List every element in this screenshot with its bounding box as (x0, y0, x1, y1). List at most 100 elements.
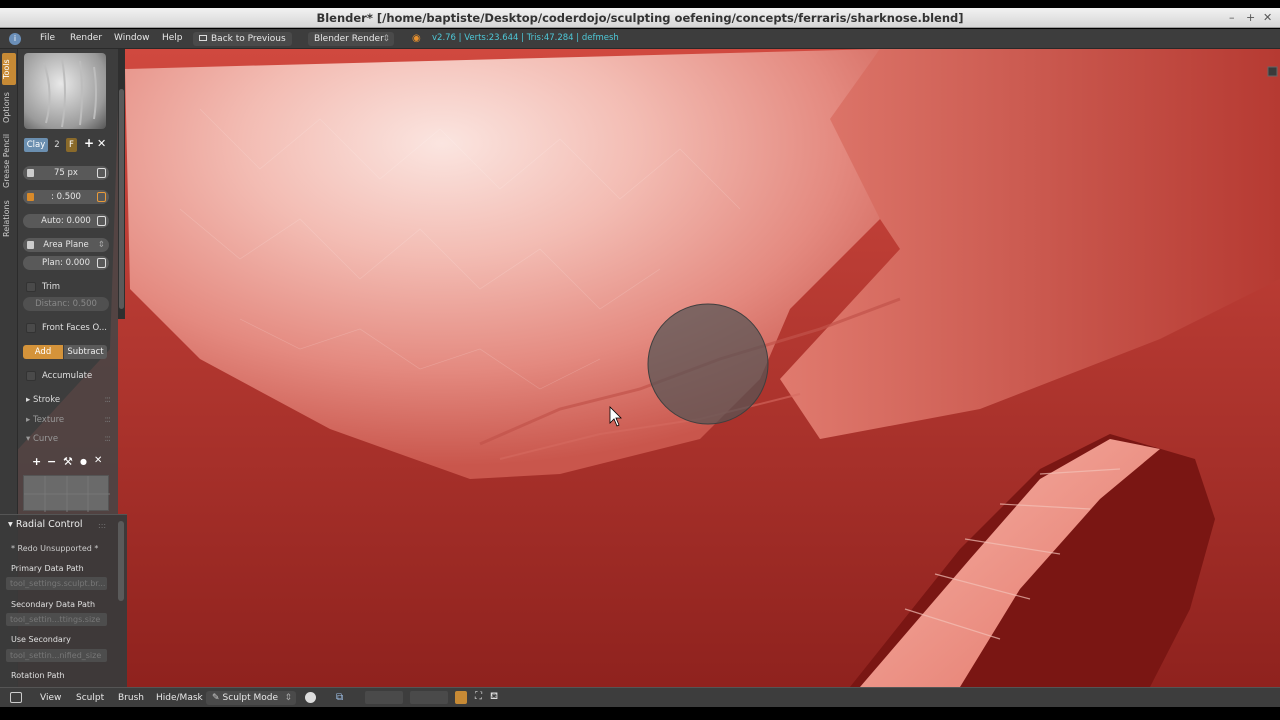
tab-grease-pencil[interactable]: Grease Pencil (2, 131, 16, 191)
curve-grid-art (24, 476, 110, 512)
stroke-section-header[interactable]: ▸ Stroke ::: (26, 395, 111, 405)
front-faces-label: Front Faces O... (42, 323, 108, 333)
radial-control-title: Radial Control (15, 519, 83, 530)
render-engine-select[interactable]: Blender Render ⇕ (308, 32, 394, 46)
updown-arrows-icon: ⇕ (97, 240, 105, 250)
autosmooth-pressure-icon[interactable] (97, 216, 106, 226)
render-engine-label: Blender Render (314, 34, 384, 44)
redo-panel-scrollbar[interactable] (118, 521, 124, 601)
editor-type-icon[interactable] (10, 692, 22, 703)
brush-cursor-circle (647, 303, 769, 425)
back-to-previous-button[interactable]: Back to Previous (193, 32, 292, 46)
subtract-button[interactable]: Subtract (64, 345, 107, 359)
scrollbar-thumb[interactable] (119, 89, 124, 309)
curve-expand-icon: ▾ (26, 434, 31, 444)
autosmooth-field[interactable]: Auto: 0.000 (23, 214, 109, 228)
primary-data-path-field[interactable]: tool_settings.sculpt.br... (6, 577, 107, 590)
drag-grip-icon[interactable]: ::: (98, 521, 106, 530)
add-button[interactable]: Add (23, 345, 63, 359)
strength-lock-icon[interactable] (27, 193, 34, 201)
trim-distance-value: Distanc: 0.500 (35, 299, 97, 309)
sculpt-plane-select[interactable]: Area Plane ⇕ (23, 238, 109, 252)
texture-section-header[interactable]: ▸ Texture ::: (26, 415, 111, 425)
screen-icon (199, 35, 207, 41)
trim-label: Trim (42, 282, 61, 292)
viewport-shading-icon[interactable] (305, 692, 316, 703)
new-brush-icon[interactable]: + (84, 136, 94, 150)
rotation-path-label: Rotation Path (11, 671, 65, 680)
status-strip (0, 707, 1280, 720)
brush-users-count[interactable]: 2 (51, 138, 63, 152)
blender-logo-icon: ◉ (412, 33, 421, 44)
strength-pressure-icon[interactable] (97, 192, 106, 202)
curve-preview-widget[interactable] (23, 475, 110, 512)
3d-view-header: View Sculpt Brush Hide/Mask ✎ Sculpt Mode… (0, 687, 1280, 707)
menu-help[interactable]: Help (162, 33, 183, 43)
drag-grip-icon[interactable]: ::: (104, 415, 111, 425)
stroke-section-label: Stroke (32, 395, 61, 405)
use-secondary-field[interactable]: tool_settin...nified_size (6, 649, 107, 662)
add-point-icon[interactable]: + (32, 455, 41, 468)
radius-pressure-icon[interactable] (97, 168, 106, 178)
menu-view[interactable]: View (40, 693, 61, 703)
menu-window[interactable]: Window (114, 33, 150, 43)
trim-checkbox[interactable] (26, 282, 36, 292)
fake-user-toggle[interactable]: F (66, 138, 77, 152)
layer-buttons-2[interactable] (410, 691, 448, 704)
menu-sculpt[interactable]: Sculpt (76, 693, 104, 703)
plane-offset-value: Plan: 0.000 (42, 258, 90, 268)
tool-shelf-scrollbar[interactable] (118, 49, 125, 319)
menu-hide-mask[interactable]: Hide/Mask (156, 693, 203, 703)
brush-name-field[interactable]: Clay (24, 138, 48, 152)
direction-toggle: Add Subtract (23, 345, 107, 359)
sculpt-mesh-render[interactable] (0, 49, 1280, 687)
unlink-brush-icon[interactable]: ✕ (97, 137, 106, 150)
wrench-icon[interactable]: ⚒ (63, 455, 73, 468)
minimize-button[interactable]: – (1229, 8, 1235, 28)
remove-point-icon[interactable]: − (47, 455, 56, 468)
tab-options[interactable]: Options (2, 89, 16, 127)
menu-brush[interactable]: Brush (118, 693, 144, 703)
tab-tools[interactable]: Tools (2, 53, 16, 85)
mode-label: Sculpt Mode (222, 693, 279, 703)
lock-camera-layers-icon[interactable] (455, 691, 467, 704)
opengl-render-icon[interactable]: ⛾ (490, 691, 498, 704)
primary-data-path-label: Primary Data Path (11, 564, 84, 573)
plane-offset-field[interactable]: Plan: 0.000 (23, 256, 109, 270)
dot-icon[interactable]: ● (80, 457, 87, 466)
close-window-button[interactable]: ✕ (1263, 8, 1272, 28)
layer-buttons-1[interactable] (365, 691, 403, 704)
front-faces-checkbox[interactable] (26, 323, 36, 333)
plane-offset-pressure-icon[interactable] (97, 258, 106, 268)
menu-file[interactable]: File (40, 33, 55, 43)
info-editor-icon[interactable]: i (9, 33, 21, 45)
radial-control-header[interactable]: ▾ Radial Control (8, 519, 83, 530)
trim-distance-field[interactable]: Distanc: 0.500 (23, 297, 109, 311)
render-icon[interactable]: ⛶ (475, 691, 482, 702)
brush-preview-art (43, 58, 97, 128)
accumulate-checkbox[interactable] (26, 371, 36, 381)
tool-shelf-panel: Clay 2 F + ✕ 75 px : 0.500 Auto: 0.000 A… (18, 49, 118, 514)
radius-field[interactable]: 75 px (23, 166, 109, 180)
strength-field[interactable]: : 0.500 (23, 190, 109, 204)
delete-x-icon[interactable]: ✕ (94, 455, 102, 466)
texture-expand-icon: ▸ (26, 415, 31, 425)
drag-grip-icon[interactable]: ::: (104, 434, 111, 444)
redo-unsupported-note: * Redo Unsupported * (11, 544, 99, 553)
menu-render[interactable]: Render (70, 33, 102, 43)
sculpt-plane-lock-icon (27, 241, 34, 249)
scene-stats: v2.76 | Verts:23.644 | Tris:47.284 | def… (432, 33, 619, 43)
tab-relations[interactable]: Relations (2, 197, 16, 241)
3d-viewport[interactable] (0, 49, 1280, 687)
viewport-corner-widget[interactable] (1267, 66, 1278, 77)
drag-grip-icon[interactable]: ::: (104, 395, 111, 405)
secondary-data-path-field[interactable]: tool_settin...ttings.size (6, 613, 107, 626)
texture-section-label: Texture (32, 415, 65, 425)
radius-unit-lock-icon[interactable] (27, 169, 34, 177)
curve-section-header[interactable]: ▾ Curve ::: (26, 434, 111, 444)
mode-select[interactable]: ✎ Sculpt Mode ⇕ (206, 691, 296, 705)
brush-preview-thumbnail[interactable] (24, 53, 106, 129)
maximize-button[interactable]: + (1246, 8, 1255, 28)
curve-section-label: Curve (32, 434, 59, 444)
pivot-point-icon[interactable]: ⧉ (336, 692, 348, 703)
